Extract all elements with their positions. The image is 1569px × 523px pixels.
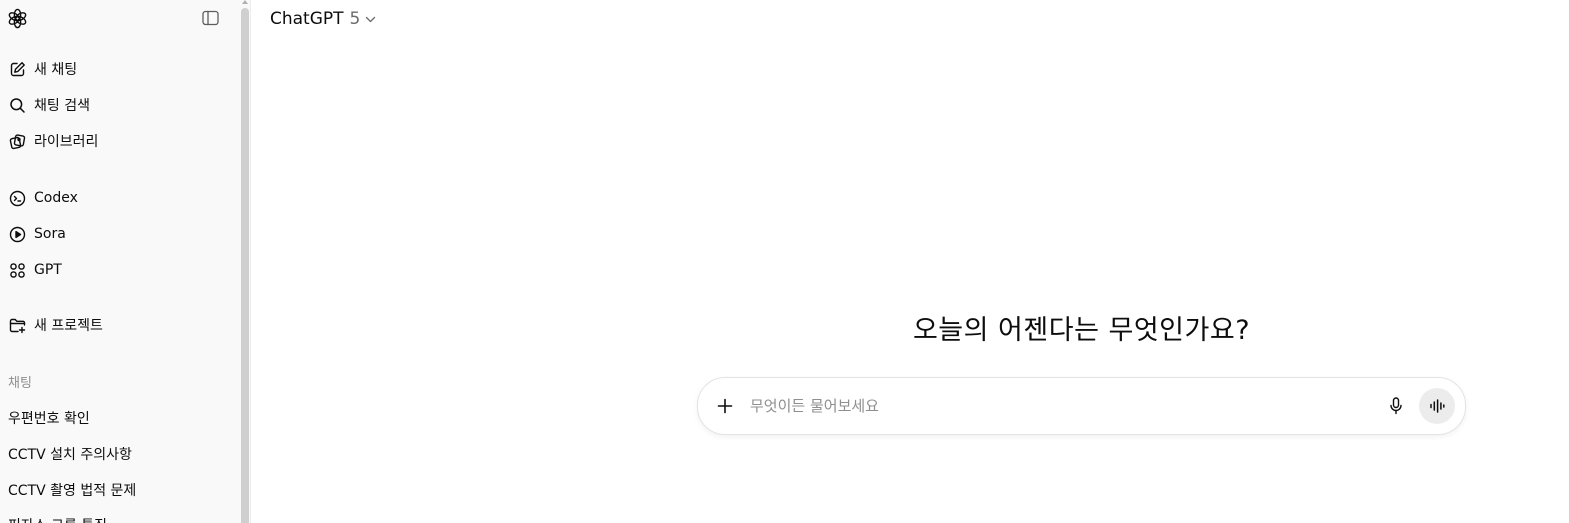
prompt-input[interactable]: [750, 393, 1350, 419]
sidebar-item-new-chat[interactable]: 새 채팅: [9, 59, 77, 79]
codex-icon: [9, 190, 26, 207]
chatgpt-app: 새 채팅 채팅 검색 라이브러리 Codex Sora GPT 새 프로젝트 채…: [0, 0, 1569, 523]
openai-logo-icon[interactable]: [7, 8, 28, 29]
chat-history-item[interactable]: CCTV 촬영 법적 문제: [8, 480, 136, 500]
sidebar-item-new-project[interactable]: 새 프로젝트: [9, 315, 103, 335]
prompt-composer: [697, 377, 1466, 435]
sidebar-item-label: 새 프로젝트: [34, 318, 103, 334]
sidebar-item-label: 새 채팅: [34, 62, 78, 78]
sidebar-item-library[interactable]: 라이브러리: [9, 131, 98, 151]
plus-icon: [717, 398, 733, 414]
library-icon: [9, 133, 26, 150]
chat-history-item[interactable]: 우편번호 확인: [8, 408, 90, 428]
sidebar-item-label: 채팅 검색: [34, 98, 90, 114]
sidebar-scrollbar[interactable]: [240, 0, 251, 523]
microphone-icon: [1390, 397, 1402, 415]
edit-icon: [9, 61, 26, 78]
sidebar-toggle-icon[interactable]: [202, 10, 219, 26]
add-attachment-button[interactable]: [715, 396, 735, 416]
sidebar-scrollbar-thumb[interactable]: [241, 8, 249, 523]
voice-mode-button[interactable]: [1419, 388, 1455, 424]
search-icon: [9, 97, 26, 114]
scroll-up-arrow-icon[interactable]: [242, 0, 248, 4]
folder-plus-icon: [9, 317, 26, 334]
play-circle-icon: [9, 226, 26, 243]
chevron-down-icon: [365, 14, 376, 25]
chats-section-label: 채팅: [8, 376, 32, 391]
sidebar-item-gpt[interactable]: GPT: [9, 260, 62, 280]
model-name: ChatGPT: [270, 9, 344, 29]
dictation-button[interactable]: [1386, 396, 1406, 416]
sidebar-item-label: 라이브러리: [34, 134, 99, 150]
grid-icon: [9, 262, 26, 279]
model-version: 5: [349, 9, 361, 29]
sidebar-item-sora[interactable]: Sora: [9, 224, 66, 244]
sidebar-item-label: GPT: [34, 262, 62, 278]
sidebar-item-label: Codex: [34, 190, 78, 206]
model-selector[interactable]: ChatGPT 5: [270, 8, 376, 30]
page-headline: 오늘의 어젠다는 무엇인가요?: [912, 315, 1251, 346]
voice-waveform-icon: [1430, 399, 1445, 413]
chat-history-item[interactable]: CCTV 설치 주의사항: [8, 444, 132, 464]
chat-history-item[interactable]: 피자스 그룹 특징: [8, 515, 107, 523]
sidebar-item-label: Sora: [34, 226, 66, 242]
sidebar-item-search-chats[interactable]: 채팅 검색: [9, 95, 90, 115]
sidebar-item-codex[interactable]: Codex: [9, 188, 78, 208]
sidebar: 새 채팅 채팅 검색 라이브러리 Codex Sora GPT 새 프로젝트 채…: [0, 0, 240, 523]
